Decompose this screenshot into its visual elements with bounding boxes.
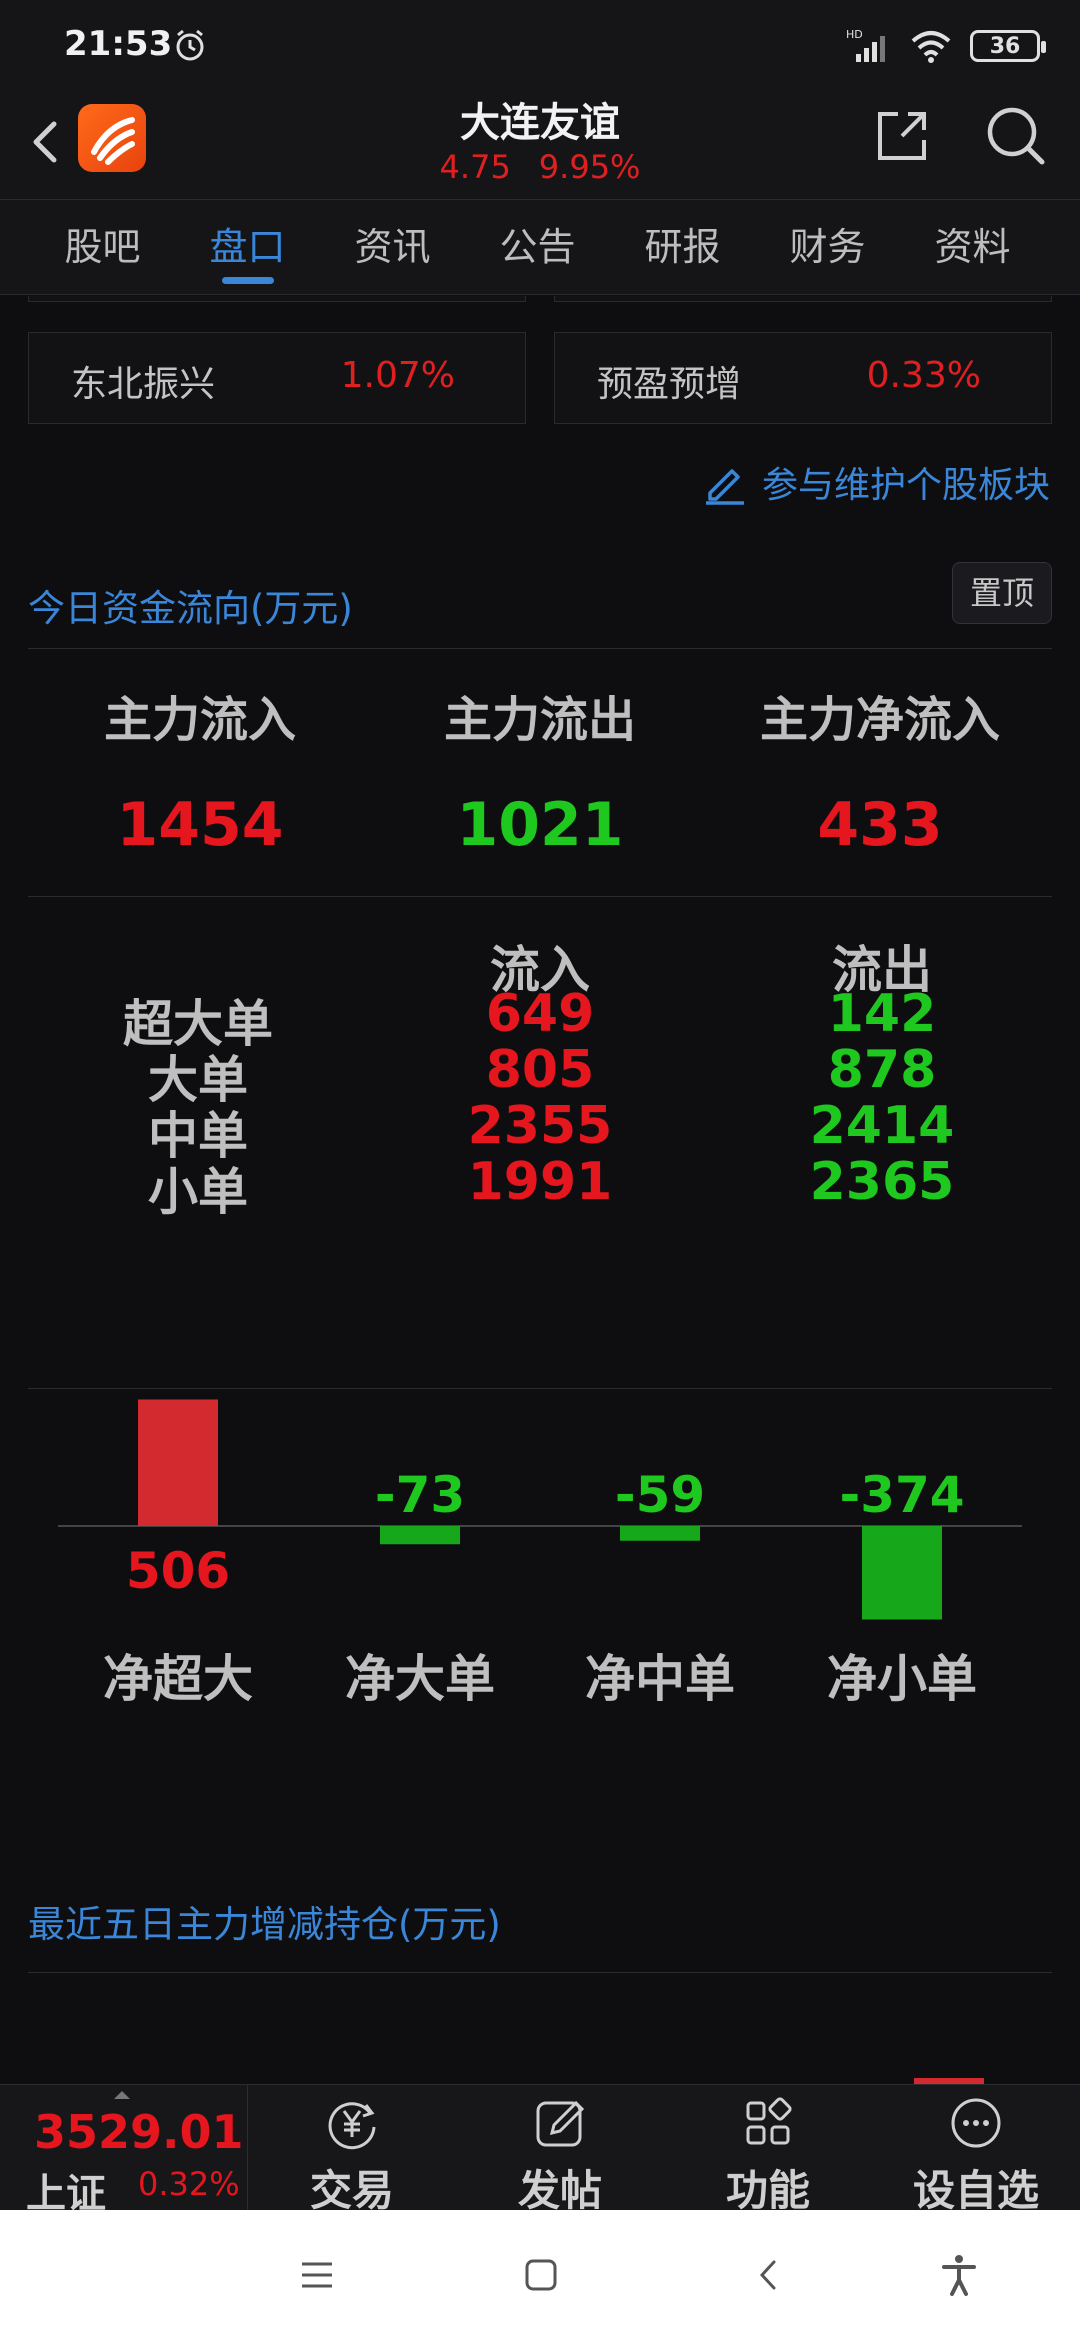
sector-name: 预盈预增: [597, 364, 742, 405]
main-net-inflow-value: 433: [817, 790, 943, 860]
net-flow-bar: [138, 1399, 218, 1526]
yen-refresh-icon: [328, 2102, 376, 2150]
grid-icon: [746, 2097, 792, 2145]
divider: [28, 896, 1052, 897]
accessibility-icon[interactable]: [934, 2250, 984, 2300]
net-flow-category-label: 净超大: [103, 1650, 253, 1708]
sector-change: 0.33%: [866, 355, 981, 396]
alarm-icon: [176, 29, 204, 61]
medium-outflow: 2414: [809, 1096, 955, 1156]
net-flow-value-label: 506: [126, 1542, 230, 1600]
stock-price: 4.75: [439, 148, 511, 186]
wifi-icon: [911, 31, 951, 63]
main-outflow-value: 1021: [456, 790, 624, 860]
row-label-small: 小单: [148, 1163, 248, 1221]
system-navigation-bar: [0, 2210, 1080, 2340]
net-flow-bar: [380, 1526, 460, 1545]
net-flow-value-label: -374: [839, 1466, 964, 1524]
tab-profile[interactable]: 资料: [900, 200, 1045, 294]
maintain-link-label: 参与维护个股板块: [761, 465, 1050, 506]
share-icon[interactable]: [872, 106, 932, 166]
nav-trade[interactable]: 交易: [252, 2085, 452, 2215]
search-icon[interactable]: [984, 104, 1048, 168]
small-inflow: 1991: [467, 1152, 613, 1212]
index-change: 0.32%: [138, 2165, 240, 2203]
compose-icon: [536, 2100, 585, 2147]
large-inflow: 805: [485, 1040, 595, 1100]
index-value: 3529.01: [34, 2105, 244, 2159]
main-inflow-value: 1454: [116, 790, 284, 860]
battery-indicator: 36: [970, 30, 1046, 62]
caret-up-icon: [114, 2091, 130, 2099]
nav-add-watchlist[interactable]: 设自选: [876, 2085, 1076, 2215]
net-flow-category-label: 净大单: [345, 1650, 495, 1708]
net-flow-value-label: -73: [375, 1466, 465, 1524]
main-net-inflow-label: 主力净流入: [759, 692, 1000, 748]
pin-top-button[interactable]: 置顶: [952, 562, 1052, 624]
nav-functions-label: 功能: [725, 2166, 810, 2215]
tab-news[interactable]: 资讯: [320, 200, 465, 294]
status-time: 21:53: [64, 24, 173, 64]
net-flow-category-label: 净小单: [827, 1650, 977, 1708]
sector-item[interactable]: 预盈预增 0.33%: [554, 332, 1052, 424]
maintain-sectors-link[interactable]: 参与维护个股板块: [702, 456, 1050, 508]
net-flow-category-label: 净中单: [585, 1650, 735, 1708]
super-large-outflow: 142: [827, 984, 937, 1044]
net-flow-bar: [862, 1526, 942, 1620]
medium-inflow: 2355: [467, 1096, 613, 1156]
tab-bar: 股吧 盘口 资讯 公告 研报 财务 资料: [0, 200, 1080, 295]
divider: [28, 1972, 1052, 1973]
home-icon[interactable]: [516, 2250, 566, 2300]
fund-flow-title: 今日资金流向(万元): [28, 587, 353, 630]
tab-finance[interactable]: 财务: [755, 200, 900, 294]
sector-box-partial: [28, 296, 526, 302]
net-flow-bar: [620, 1526, 700, 1541]
nav-post[interactable]: 发帖: [460, 2085, 660, 2215]
index-ticker[interactable]: 3529.01 上证 0.32%: [0, 2085, 248, 2217]
small-outflow: 2365: [809, 1152, 955, 1212]
nav-post-label: 发帖: [517, 2166, 602, 2215]
tab-research[interactable]: 研报: [610, 200, 755, 294]
sector-item[interactable]: 东北振兴 1.07%: [28, 332, 526, 424]
back-icon[interactable]: [744, 2250, 794, 2300]
stock-header: 大连友谊 4.75 9.95%: [0, 90, 1080, 200]
nav-add-watchlist-label: 设自选: [912, 2166, 1039, 2215]
net-flow-value-label: -59: [615, 1466, 705, 1524]
menu-icon[interactable]: [292, 2250, 342, 2300]
tab-guba[interactable]: 股吧: [30, 200, 175, 294]
sector-name: 东北振兴: [71, 364, 216, 405]
divider: [28, 1388, 1052, 1389]
nav-functions[interactable]: 功能: [668, 2085, 868, 2215]
main-outflow-label: 主力流出: [443, 692, 636, 748]
tab-pankou[interactable]: 盘口: [175, 200, 320, 294]
main-inflow-label: 主力流入: [103, 692, 296, 748]
status-bar: 21:53 HD 36: [0, 0, 1080, 90]
tab-announcements[interactable]: 公告: [465, 200, 610, 294]
stock-change-pct: 9.95%: [538, 148, 641, 186]
more-circle-icon: [951, 2098, 1001, 2148]
large-outflow: 878: [827, 1040, 937, 1100]
nav-trade-label: 交易: [309, 2166, 394, 2215]
content-area: 东北振兴 1.07% 预盈预增 0.33% 参与维护个股板块 今日资金流向(万元…: [0, 296, 1080, 2084]
network-type: HD: [846, 28, 863, 41]
five-day-title: 最近五日主力增减持仓(万元): [28, 1903, 501, 1946]
divider: [28, 648, 1052, 649]
signal-icon: HD: [846, 28, 885, 62]
sector-box-partial: [554, 296, 1052, 302]
pen-icon: [705, 469, 744, 505]
sector-change: 1.07%: [340, 355, 455, 396]
net-flow-bar-chart: 506 净超大 -73 净大单 -59 净中单 -374 净小单: [58, 1399, 1022, 1708]
bottom-toolbar: 3529.01 上证 0.32% 交易 发帖 功能 设自选: [0, 2084, 1080, 2217]
super-large-inflow: 649: [485, 984, 595, 1044]
